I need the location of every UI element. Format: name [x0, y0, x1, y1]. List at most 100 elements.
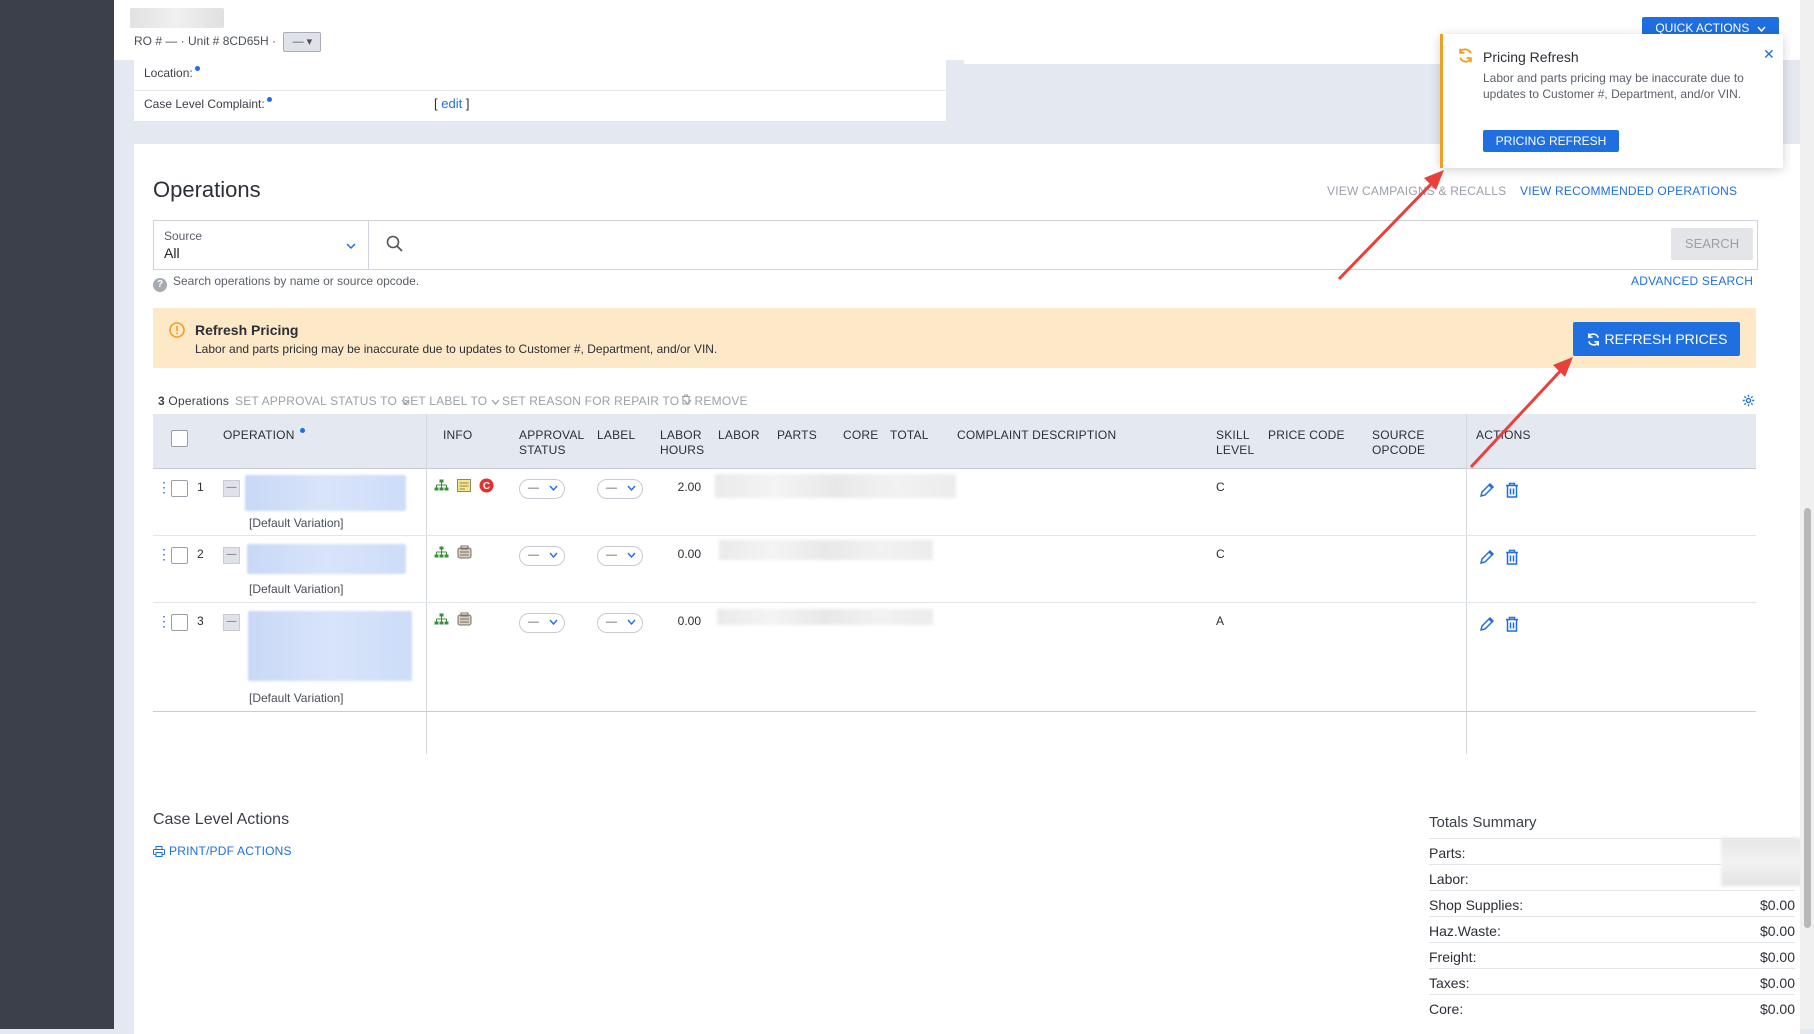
hierarchy-icon[interactable] — [434, 613, 449, 627]
location-row: Location: — [134, 60, 946, 91]
col-labor-hours: LABOR HOURS — [660, 428, 705, 457]
banner-text: Labor and parts pricing may be inaccurat… — [195, 342, 718, 356]
note-icon[interactable] — [457, 479, 471, 492]
set-reason-menu[interactable]: SET REASON FOR REPAIR TO — [502, 394, 692, 408]
location-label: Location: — [144, 66, 200, 80]
label-select[interactable]: — — [597, 479, 643, 499]
row-checkbox[interactable] — [171, 547, 188, 564]
edit-link[interactable]: edit — [441, 96, 462, 111]
trash-icon[interactable] — [1505, 482, 1519, 498]
totals-summary-title: Totals Summary — [1429, 814, 1537, 831]
tools-icon[interactable] — [457, 545, 472, 560]
quick-actions-label: QUICK ACTIONS — [1655, 21, 1750, 35]
variation-label: [Default Variation] — [249, 582, 344, 596]
col-actions: ACTIONS — [1476, 428, 1531, 442]
operations-card: Operations VIEW CAMPAIGNS & RECALLS VIEW… — [134, 144, 1809, 1034]
variation-label: [Default Variation] — [249, 691, 344, 705]
pricing-redacted — [717, 609, 933, 625]
bulk-toolbar: 3 Operations SET APPROVAL STATUS TO SET … — [153, 392, 1756, 412]
tools-icon[interactable] — [457, 612, 472, 627]
select-all-checkbox[interactable] — [171, 430, 188, 447]
required-dot — [194, 66, 200, 71]
refresh-prices-button[interactable]: REFRESH PRICES — [1573, 322, 1740, 356]
label-select[interactable]: — — [597, 546, 643, 566]
col-total: TOTAL — [890, 428, 929, 442]
col-parts: PARTS — [777, 428, 817, 442]
edit-pencil-icon[interactable] — [1479, 616, 1495, 632]
row-checkbox[interactable] — [171, 614, 188, 631]
refresh-icon — [1587, 333, 1599, 346]
customer-name-redacted — [130, 8, 224, 28]
operation-search: Source All SEARCH — [153, 220, 1758, 270]
totals-row-freight: Freight: $0.00 — [1429, 942, 1795, 969]
ro-status-value: — — [292, 36, 304, 48]
advanced-search-link[interactable]: ADVANCED SEARCH — [1631, 274, 1753, 288]
scrollbar-thumb[interactable] — [1804, 508, 1811, 928]
view-campaigns-link[interactable]: VIEW CAMPAIGNS & RECALLS — [1327, 184, 1506, 198]
set-label-menu[interactable]: SET LABEL TO — [402, 394, 500, 408]
col-operation: OPERATION — [223, 428, 306, 443]
search-hint: ? Search operations by name or source opc… — [153, 274, 419, 292]
source-select[interactable]: Source All — [154, 221, 369, 269]
edit-pencil-icon[interactable] — [1479, 482, 1495, 498]
ro-status-dropdown[interactable]: — ▾ — [283, 32, 322, 52]
pricing-refresh-button[interactable]: PRICING REFRESH — [1483, 130, 1619, 152]
hierarchy-icon[interactable] — [434, 479, 449, 493]
col-labor: LABOR — [718, 428, 760, 442]
svg-text:C: C — [483, 481, 490, 492]
search-button[interactable]: SEARCH — [1671, 228, 1753, 260]
operation-name-redacted[interactable] — [247, 544, 406, 574]
collapse-toggle[interactable]: — — [223, 480, 240, 497]
hierarchy-icon[interactable] — [434, 546, 449, 560]
left-sidebar — [0, 0, 114, 1029]
operations-table: OPERATION INFO APPROVAL STATUS LABEL LABO… — [153, 414, 1756, 754]
banner-title: Refresh Pricing — [195, 322, 299, 338]
skill-level: C — [1216, 547, 1225, 561]
chevron-down-icon — [627, 619, 636, 625]
close-icon[interactable]: ✕ — [1763, 46, 1775, 63]
col-price-code: PRICE CODE — [1268, 428, 1345, 442]
ro-unit-text: RO # — · Unit # 8CD65H · — [134, 34, 277, 49]
approval-status-select[interactable]: — — [519, 479, 565, 499]
skill-level: C — [1216, 480, 1225, 494]
collapse-toggle[interactable]: — — [223, 614, 240, 631]
chevron-down-icon — [549, 552, 558, 558]
popup-title: Pricing Refresh — [1483, 49, 1579, 65]
operation-name-redacted[interactable] — [245, 475, 406, 511]
col-skill-level: SKILL LEVEL — [1216, 428, 1255, 457]
labor-hours: 0.00 — [677, 614, 701, 628]
chevron-down-icon — [627, 485, 636, 491]
col-info: INFO — [443, 428, 473, 442]
set-approval-status-menu[interactable]: SET APPROVAL STATUS TO — [235, 394, 410, 408]
approval-status-select[interactable]: — — [519, 546, 565, 566]
pricing-redacted — [715, 474, 956, 498]
source-label: Source — [164, 229, 203, 243]
row-number: 1 — [197, 480, 204, 494]
row-checkbox[interactable] — [171, 480, 188, 497]
chevron-down-icon — [346, 243, 356, 250]
remove-button[interactable]: REMOVE — [681, 394, 748, 408]
collapse-toggle[interactable]: — — [223, 547, 240, 564]
totals-row-taxes: Taxes: $0.00 — [1429, 968, 1795, 995]
source-value: All — [164, 245, 180, 261]
refresh-icon — [1459, 48, 1472, 63]
view-recommended-link[interactable]: VIEW RECOMMENDED OPERATIONS — [1520, 184, 1737, 198]
operations-title: Operations — [153, 177, 261, 202]
trash-icon[interactable] — [1505, 549, 1519, 565]
table-header: OPERATION INFO APPROVAL STATUS LABEL LABO… — [153, 414, 1756, 469]
totals-row-shop-supplies: Shop Supplies: $0.00 — [1429, 890, 1795, 917]
gear-icon[interactable] — [1742, 394, 1755, 407]
variation-label: [Default Variation] — [249, 516, 344, 530]
labor-hours: 0.00 — [677, 547, 701, 561]
col-approval-status: APPROVAL STATUS — [519, 428, 585, 457]
operation-name-redacted[interactable] — [248, 611, 412, 681]
required-dot — [300, 428, 306, 433]
trash-icon[interactable] — [1505, 616, 1519, 632]
label-select[interactable]: — — [597, 613, 643, 633]
print-pdf-actions-link[interactable]: PRINT/PDF ACTIONS — [153, 844, 292, 858]
edit-pencil-icon[interactable] — [1479, 549, 1495, 565]
complaint-label: Case Level Complaint: — [144, 97, 272, 111]
popup-text: Labor and parts pricing may be inaccurat… — [1483, 71, 1744, 101]
campaign-c-icon[interactable]: C — [479, 478, 494, 493]
approval-status-select[interactable]: — — [519, 613, 565, 633]
